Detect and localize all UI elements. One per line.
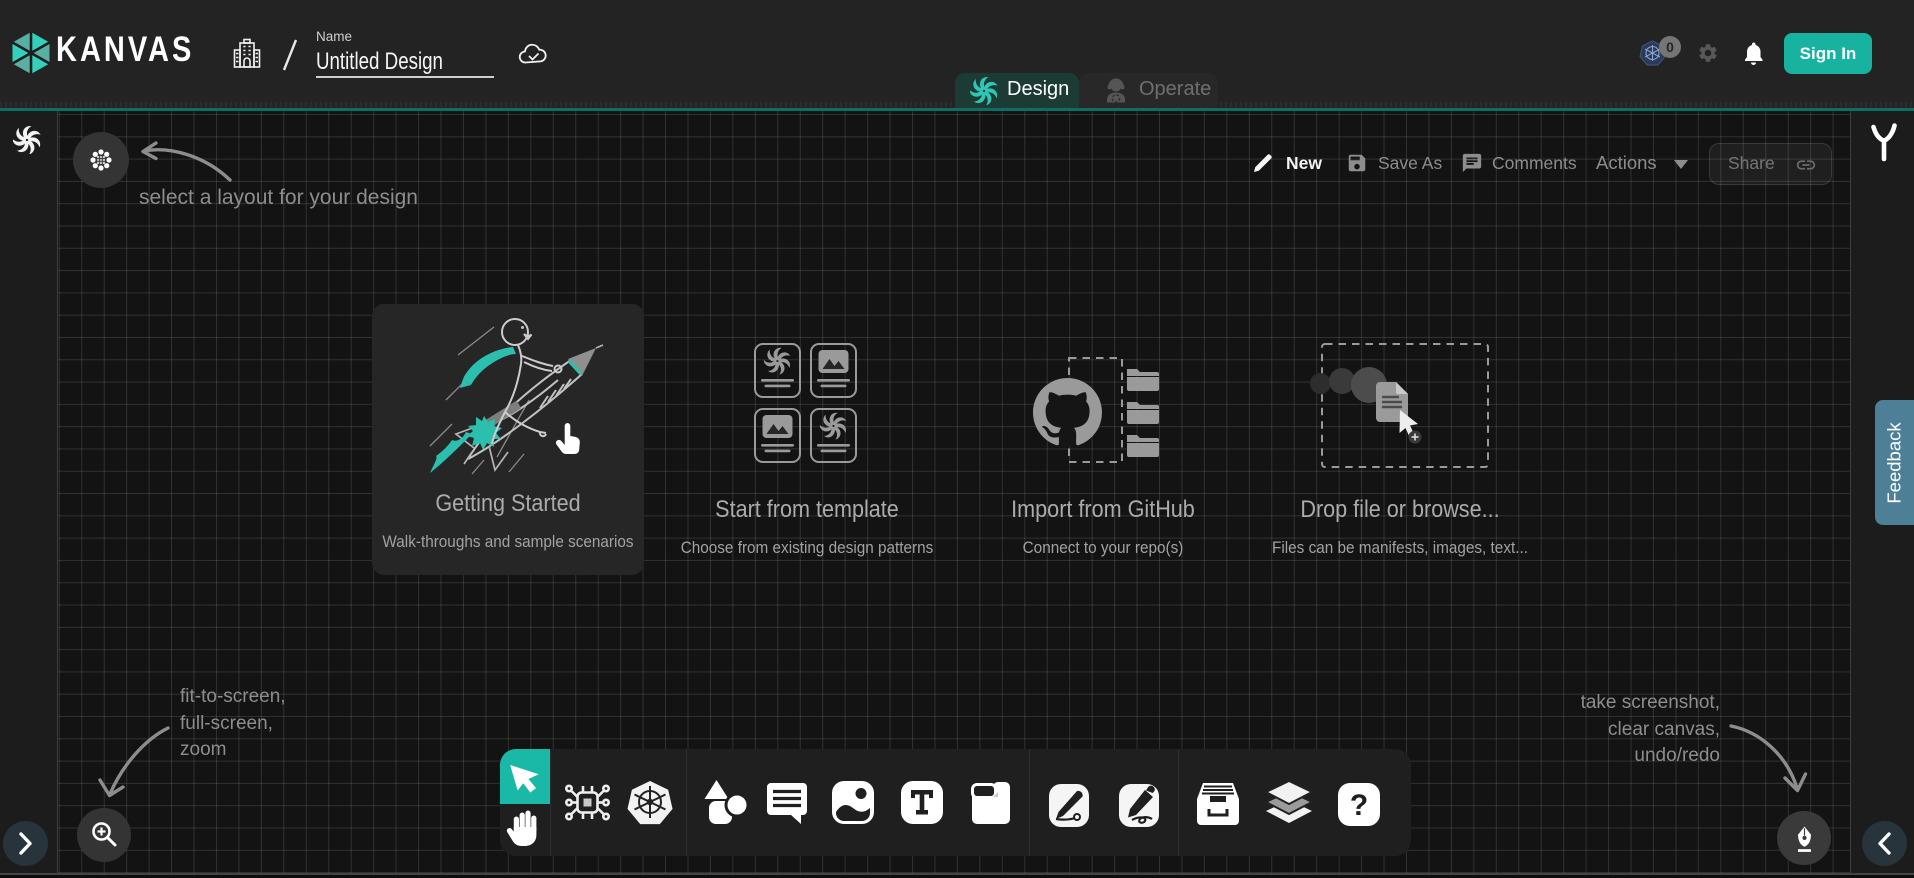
svg-text:?: ? xyxy=(1350,789,1368,822)
